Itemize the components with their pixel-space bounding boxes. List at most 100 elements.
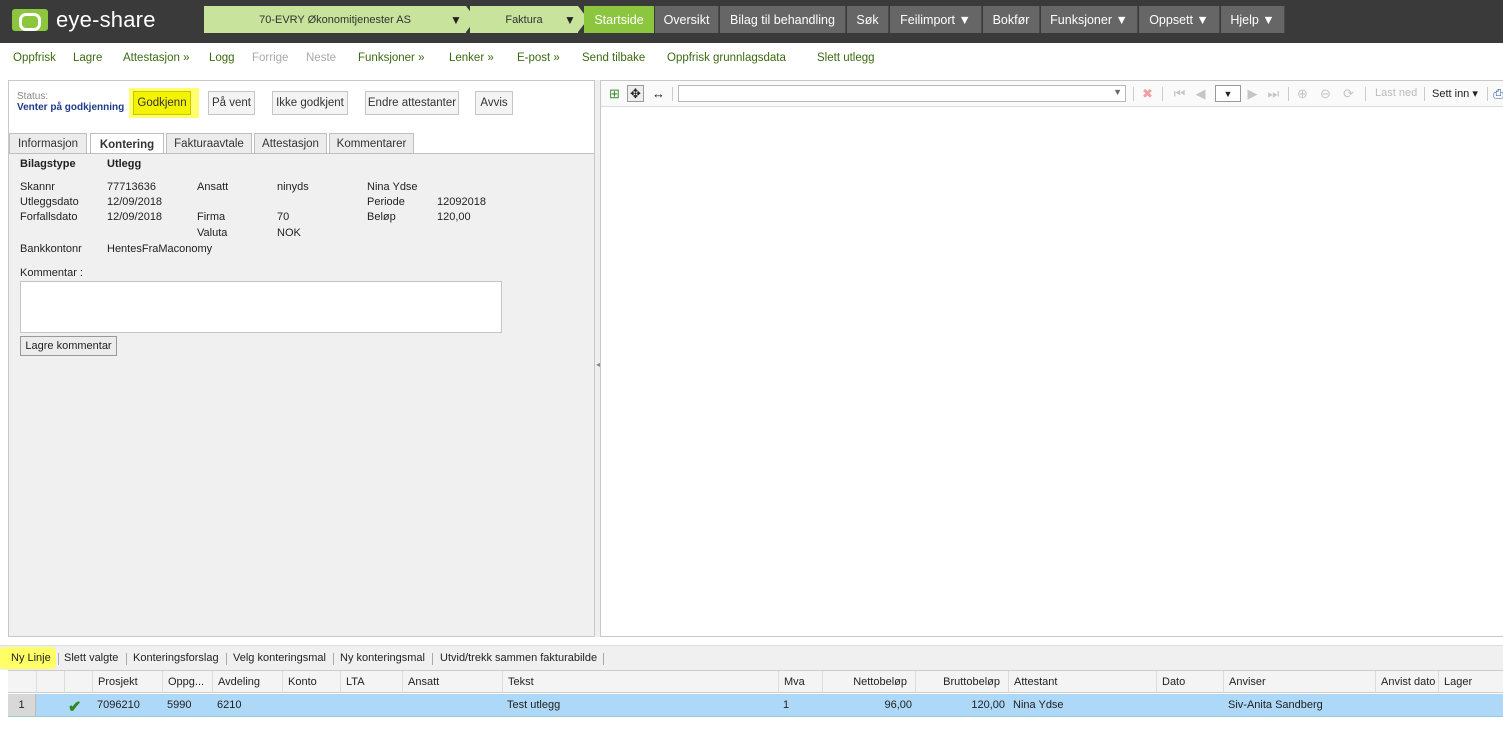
previous-page-icon[interactable]: ◀ bbox=[1192, 85, 1209, 102]
nav-sok[interactable]: Søk bbox=[847, 6, 889, 33]
tab-fakturaavtale[interactable]: Fakturaavtale bbox=[166, 133, 252, 154]
column-header-dato[interactable]: Dato bbox=[1156, 671, 1223, 693]
zoom-in-icon[interactable]: ⊕ bbox=[1294, 85, 1311, 102]
godkjenn-button[interactable]: Godkjenn bbox=[133, 91, 191, 115]
rotate-icon[interactable]: ⟳ bbox=[1340, 85, 1357, 102]
tab-attestasjon[interactable]: Attestasjon bbox=[254, 133, 327, 154]
column-header-tekst[interactable]: Tekst bbox=[502, 671, 778, 693]
nav-startside[interactable]: Startside bbox=[584, 6, 654, 33]
epost-menu[interactable]: E-post » bbox=[517, 52, 560, 64]
chevron-down-icon[interactable]: ▼ bbox=[450, 13, 462, 27]
avvis-button[interactable]: Avvis bbox=[475, 91, 513, 115]
endre-attestanter-button[interactable]: Endre attestanter bbox=[365, 91, 459, 115]
chevron-down-icon[interactable]: ▼ bbox=[564, 13, 576, 27]
lagre-kommentar-button[interactable]: Lagre kommentar bbox=[20, 336, 117, 356]
oppfrisk-link[interactable]: Oppfrisk bbox=[13, 52, 56, 64]
toolbar-separator bbox=[1288, 87, 1289, 101]
attestasjon-menu[interactable]: Attestasjon » bbox=[123, 52, 189, 64]
oppfrisk-grunnlagsdata-link[interactable]: Oppfrisk grunnlagsdata bbox=[667, 52, 786, 64]
cell-mva[interactable]: 1 bbox=[783, 694, 789, 716]
column-header-oppg[interactable]: Oppg... bbox=[162, 671, 212, 693]
cell-bruttobelop[interactable]: 120,00 bbox=[915, 694, 1005, 716]
slett-utlegg-link[interactable]: Slett utlegg bbox=[817, 52, 875, 64]
velg-konteringsmal-button[interactable]: Velg konteringsmal bbox=[233, 652, 326, 664]
nav-funksjoner[interactable]: Funksjoner ▼ bbox=[1041, 6, 1138, 33]
tab-kommentarer[interactable]: Kommentarer bbox=[329, 133, 414, 154]
column-header-konto[interactable]: Konto bbox=[282, 671, 340, 693]
table-row[interactable]: 1 ✔ 7096210 5990 6210 Test utlegg 1 96,0… bbox=[8, 694, 1503, 717]
document-select[interactable]: ▼ bbox=[678, 85, 1126, 102]
slett-valgte-button[interactable]: Slett valgte bbox=[64, 652, 118, 664]
next-page-icon[interactable]: ▶ bbox=[1244, 85, 1261, 102]
breadcrumb-faktura[interactable]: Faktura ▼ bbox=[470, 6, 578, 33]
column-header-anviser[interactable]: Anviser bbox=[1223, 671, 1375, 693]
splitter-grip-icon[interactable]: ◀ bbox=[596, 360, 602, 372]
cell-attestant[interactable]: Nina Ydse bbox=[1013, 694, 1064, 716]
forrige-link[interactable]: Forrige bbox=[252, 52, 288, 64]
last-page-icon[interactable]: ⏭ bbox=[1265, 85, 1282, 102]
nav-feilimport[interactable]: Feilimport ▼ bbox=[890, 6, 982, 33]
logg-link[interactable]: Logg bbox=[209, 52, 235, 64]
forfallsdato-value: 12/09/2018 bbox=[107, 211, 163, 223]
breadcrumb-company-label: 70-EVRY Økonomitjenester AS bbox=[259, 13, 411, 26]
row-number[interactable]: 1 bbox=[8, 694, 36, 716]
cell-avdeling[interactable]: 6210 bbox=[217, 694, 241, 716]
app-name: eye-share bbox=[56, 7, 156, 32]
firma-value: 70 bbox=[277, 211, 290, 223]
cell-oppg[interactable]: 5990 bbox=[167, 694, 191, 716]
kommentar-textarea[interactable] bbox=[20, 281, 502, 333]
cell-anviser[interactable]: Siv-Anita Sandberg bbox=[1228, 694, 1323, 716]
nav-oppsett[interactable]: Oppsett ▼ bbox=[1139, 6, 1220, 33]
tab-informasjon[interactable]: Informasjon bbox=[9, 133, 87, 154]
sett-inn-menu[interactable]: Sett inn ▾ bbox=[1432, 87, 1478, 100]
nav-hjelp[interactable]: Hjelp ▼ bbox=[1221, 6, 1285, 33]
ny-linje-button[interactable]: Ny Linje bbox=[11, 652, 51, 664]
column-header-status bbox=[64, 671, 92, 693]
column-header-prosjekt[interactable]: Prosjekt bbox=[92, 671, 162, 693]
column-header-anvist-dato[interactable]: Anvist dato bbox=[1375, 671, 1438, 693]
lagre-link[interactable]: Lagre bbox=[73, 52, 102, 64]
column-header-attestant[interactable]: Attestant bbox=[1008, 671, 1156, 693]
neste-link[interactable]: Neste bbox=[306, 52, 336, 64]
pa-vent-button[interactable]: På vent bbox=[208, 91, 255, 115]
send-tilbake-link[interactable]: Send tilbake bbox=[582, 52, 645, 64]
breadcrumb-company[interactable]: 70-EVRY Økonomitjenester AS ▼ bbox=[204, 6, 466, 33]
eye-share-logo[interactable]: eye-share bbox=[12, 7, 156, 33]
lenker-menu[interactable]: Lenker » bbox=[449, 52, 494, 64]
utvid-trekk-button[interactable]: Utvid/trekk sammen fakturabilde bbox=[440, 652, 597, 664]
viewer-toolbar: ⊞ ✥ ↔ ▼ ✖ ⏮ ◀ ▼ ▶ ⏭ ⊕ ⊖ ⟳ Last ned Sett … bbox=[601, 81, 1503, 107]
nav-bilag-til-behandling[interactable]: Bilag til behandling bbox=[720, 6, 846, 33]
print-icon[interactable]: ⎙ bbox=[1490, 85, 1503, 102]
ikke-godkjent-button[interactable]: Ikke godkjent bbox=[272, 91, 348, 115]
funksjoner-menu[interactable]: Funksjoner » bbox=[358, 52, 424, 64]
column-header-lager[interactable]: Lager bbox=[1438, 671, 1503, 693]
column-header-ansatt[interactable]: Ansatt bbox=[402, 671, 502, 693]
pan-icon[interactable]: ✥ bbox=[627, 85, 644, 102]
grid-toolbar: Ny Linje Slett valgte Konteringsforslag … bbox=[0, 645, 1503, 670]
konteringsforslag-button[interactable]: Konteringsforslag bbox=[133, 652, 219, 664]
column-header-nettobelop[interactable]: Nettobeløp bbox=[822, 671, 915, 693]
toolbar-separator bbox=[1365, 87, 1366, 101]
zoom-out-icon[interactable]: ⊖ bbox=[1317, 85, 1334, 102]
column-header-avdeling[interactable]: Avdeling bbox=[212, 671, 282, 693]
periode-label: Periode bbox=[367, 196, 405, 208]
first-page-icon[interactable]: ⏮ bbox=[1171, 85, 1188, 102]
cell-tekst[interactable]: Test utlegg bbox=[507, 694, 560, 716]
cell-prosjekt[interactable]: 7096210 bbox=[97, 694, 140, 716]
last-ned-button[interactable]: Last ned bbox=[1375, 87, 1417, 99]
page-select[interactable]: ▼ bbox=[1215, 85, 1241, 102]
cell-nettobelop[interactable]: 96,00 bbox=[822, 694, 912, 716]
delete-icon[interactable]: ✖ bbox=[1139, 85, 1156, 102]
column-header-lta[interactable]: LTA bbox=[340, 671, 402, 693]
breadcrumb-faktura-label: Faktura bbox=[505, 13, 543, 26]
nav-bokfor[interactable]: Bokfør bbox=[983, 6, 1040, 33]
add-page-icon[interactable]: ⊞ bbox=[606, 85, 623, 102]
column-header-bruttobelop[interactable]: Bruttobeløp bbox=[915, 671, 1008, 693]
ny-konteringsmal-button[interactable]: Ny konteringsmal bbox=[340, 652, 425, 664]
kommentar-label: Kommentar : bbox=[20, 267, 83, 279]
forfallsdato-label: Forfallsdato bbox=[20, 211, 78, 223]
fit-width-icon[interactable]: ↔ bbox=[650, 85, 667, 102]
nav-oversikt[interactable]: Oversikt bbox=[655, 6, 719, 33]
column-header-mva[interactable]: Mva bbox=[778, 671, 822, 693]
tab-kontering[interactable]: Kontering bbox=[90, 133, 164, 155]
